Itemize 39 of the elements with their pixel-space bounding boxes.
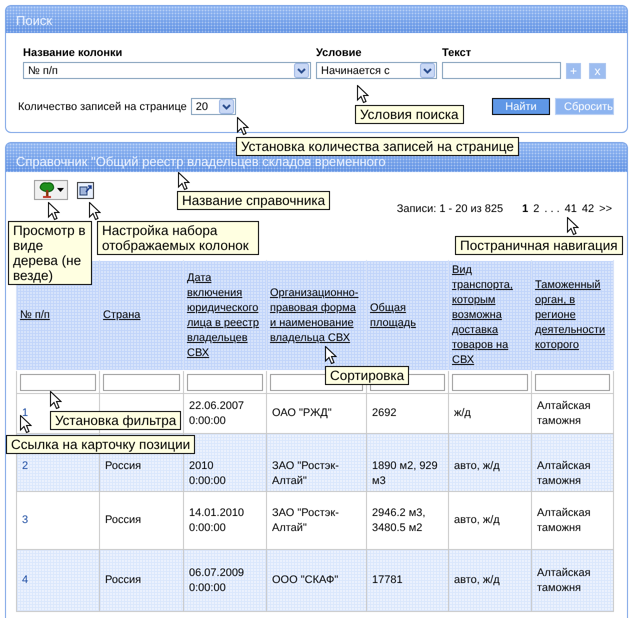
table-cell: Россия bbox=[105, 460, 142, 472]
table-cell: Алтайская таможня bbox=[537, 460, 591, 487]
table-cell: 17781 bbox=[372, 574, 403, 586]
table-cell: 2946.2 м3, 3480.5 м2 bbox=[372, 506, 426, 534]
field-label: Условие bbox=[316, 47, 362, 59]
table-cell: Россия bbox=[105, 574, 142, 586]
field-label: Текст bbox=[442, 47, 472, 59]
panel-title: Справочник "Общий реестр владельцев складов временного bbox=[16, 154, 386, 169]
hint-tooltip: Условия поиска bbox=[355, 105, 464, 124]
hint-tooltip: Название справочника bbox=[177, 191, 330, 210]
table-cell: ОАО "РЖД" bbox=[272, 407, 332, 419]
table-cell: 22.06.2007 0:00:00 bbox=[189, 400, 244, 426]
panel-title: Поиск bbox=[16, 13, 52, 28]
table-cell: Алтайская таможня bbox=[537, 566, 591, 594]
table-cell: 1890 м2, 929 м3 bbox=[372, 460, 438, 487]
records-info: Записи: 1 - 20 из 825 bbox=[396, 203, 504, 215]
hint-tooltip: Установка фильтра bbox=[50, 411, 182, 430]
table-cell: ЗАО "Ростэк-Алтай" bbox=[272, 506, 339, 534]
table-cell: 2010 0:00:00 bbox=[189, 460, 226, 487]
table-cell: авто, ж/д bbox=[454, 514, 500, 526]
hint-tooltip: Просмотр в виде дерева (не везде) bbox=[8, 221, 92, 285]
table-cell: авто, ж/д bbox=[454, 460, 500, 472]
hint-tooltip: Постраничная навигация bbox=[455, 236, 623, 255]
table-cell: Россия bbox=[105, 514, 142, 526]
table-cell: 2692 bbox=[372, 407, 396, 419]
table-cell: ЗАО "Ростэк-Алтай" bbox=[272, 460, 339, 487]
field-label: Название колонки bbox=[23, 47, 124, 59]
table-cell: 06.07.2009 0:00:00 bbox=[189, 566, 244, 594]
table-cell: Алтайская таможня bbox=[537, 400, 591, 426]
table-cell: Алтайская таможня bbox=[537, 506, 591, 534]
hint-tooltip: Сортировка bbox=[325, 366, 410, 385]
table-cell: авто, ж/д bbox=[454, 574, 500, 586]
table-cell: 14.01.2010 0:00:00 bbox=[189, 506, 244, 534]
table-cell: ООО "СКАФ" bbox=[272, 574, 338, 586]
hint-tooltip: Ссылка на карточку позиции bbox=[6, 435, 196, 454]
hint-tooltip: Установка количества записей на странице bbox=[236, 137, 519, 156]
table-cell: ж/д bbox=[454, 407, 471, 419]
hint-tooltip: Настройка набора отображаемых колонок bbox=[97, 221, 259, 255]
field-label: Количество записей на странице bbox=[18, 100, 187, 112]
